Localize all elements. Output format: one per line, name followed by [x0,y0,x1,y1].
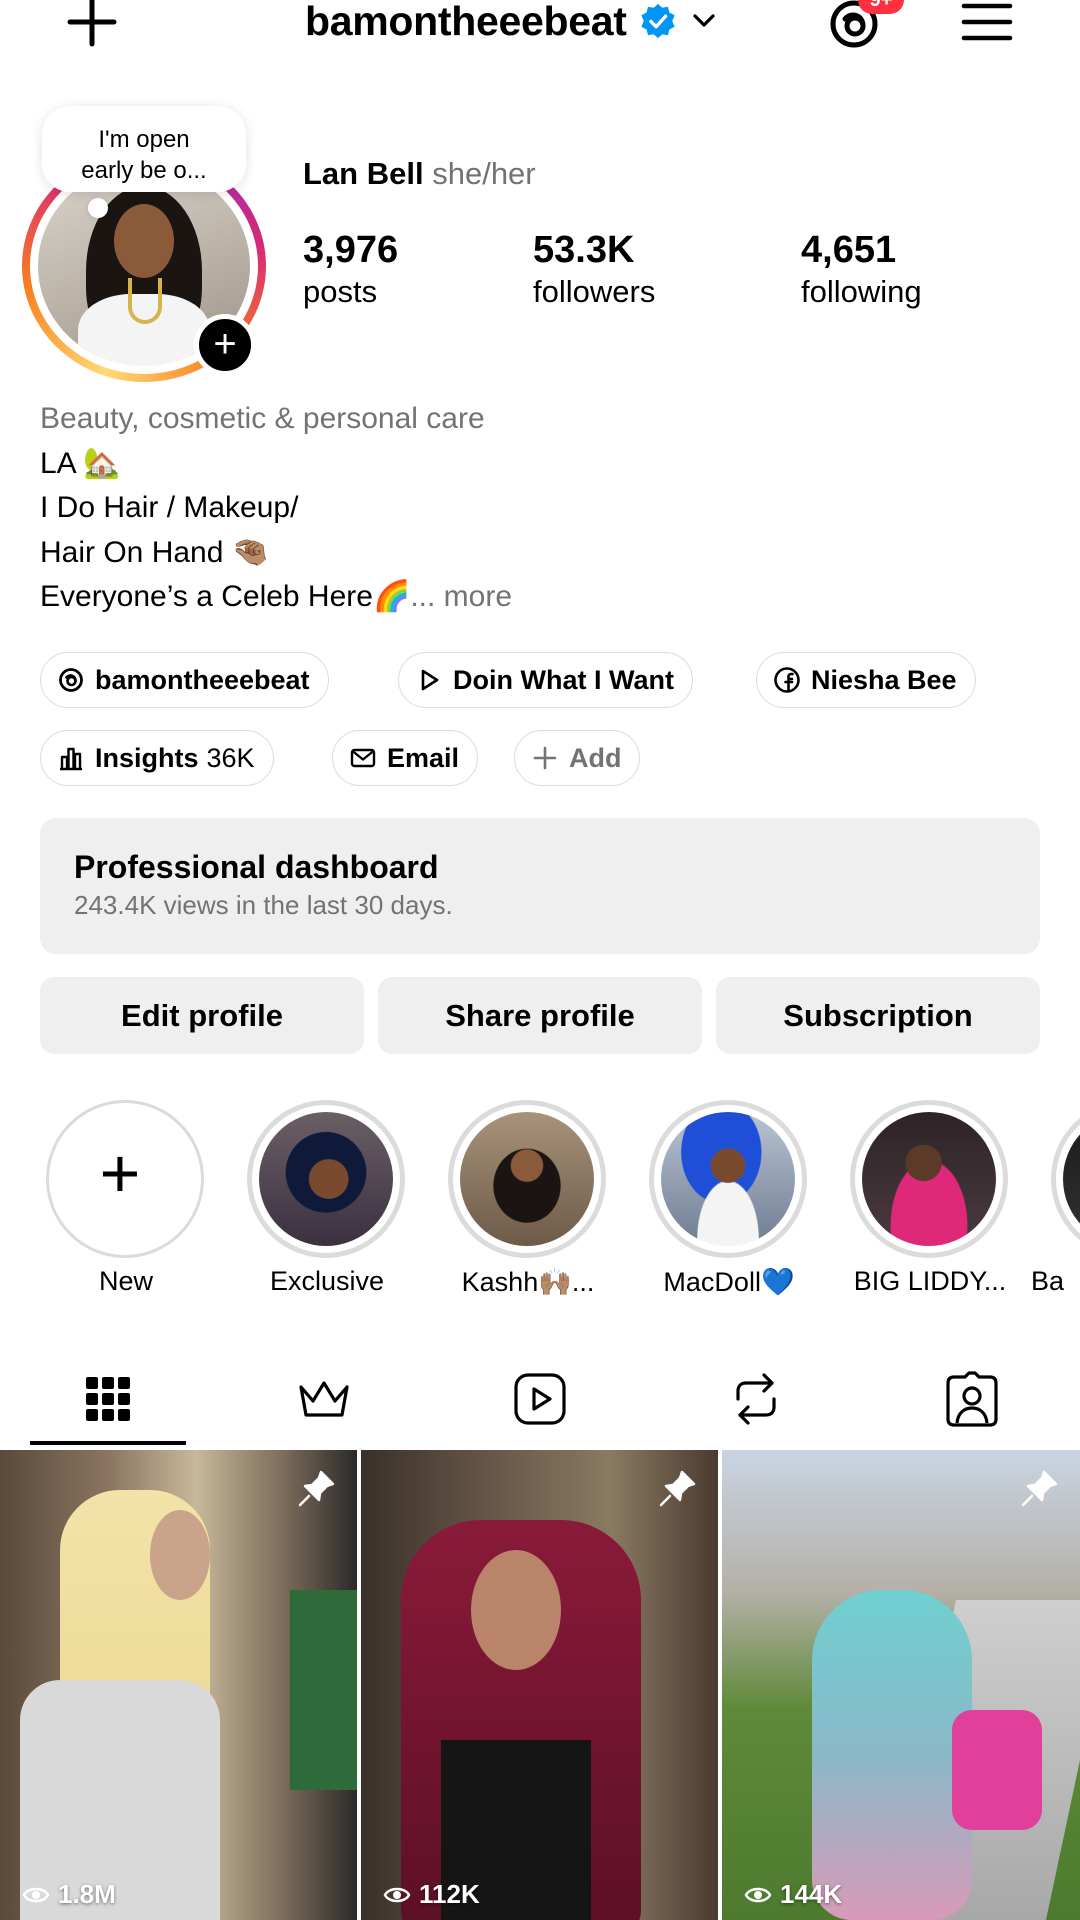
edit-profile-button[interactable]: Edit profile [40,977,364,1054]
username: bamontheeebeat [305,0,627,44]
share-profile-button[interactable]: Share profile [378,977,702,1054]
add-story-button[interactable]: + [194,314,256,376]
view-count: 144K [744,1879,842,1910]
music-chip[interactable]: Doin What I Want [398,652,693,708]
plus-icon[interactable] [62,0,122,54]
bio-ellipsis: ... [410,580,436,613]
plus-icon: + [213,322,237,366]
post-thumbnail[interactable]: 112K [361,1450,718,1920]
note-tail [88,198,108,218]
tab-reposts[interactable] [648,1363,864,1435]
pin-icon [1021,1470,1058,1507]
subscription-button[interactable]: Subscription [716,977,1040,1054]
tab-reels[interactable] [432,1363,648,1435]
note-bubble[interactable]: I'm open early be o... [42,106,246,192]
chevron-down-icon [693,14,715,27]
threads-link-chip[interactable]: bamontheeebeat [40,652,329,708]
threads-icon [59,668,83,692]
note-line-1: I'm open [98,126,190,153]
tab-grid[interactable] [0,1363,216,1435]
notification-badge: 9+ [858,0,904,14]
view-count: 1.8M [22,1879,116,1910]
full-name: Lan Bell [303,156,424,191]
tagged-icon [946,1371,998,1427]
crown-icon [299,1381,349,1417]
view-count: 112K [383,1879,480,1910]
email-chip[interactable]: Email [332,730,479,786]
reels-icon [514,1373,566,1425]
active-tab-indicator [30,1441,186,1445]
top-bar: bamontheeebeat 9+ [0,0,1080,60]
insights-chip[interactable]: Insights 36K [40,730,274,786]
post-thumbnail[interactable]: 1.8M [0,1450,357,1920]
note-line-2: early be o... [81,157,207,184]
posts-count[interactable]: 3,976 posts [303,228,398,312]
plus-icon [533,746,557,770]
bar-chart-icon [60,747,82,771]
bio-line: I Do Hair / Makeup/ [40,491,299,524]
facebook-icon [774,667,800,693]
pronouns: she/her [432,156,536,191]
username-switcher[interactable]: bamontheeebeat [305,0,719,48]
add-link-chip[interactable]: Add [514,730,641,786]
dashboard-title: Professional dashboard [74,849,439,885]
verified-badge-icon [640,3,675,39]
tab-tagged[interactable] [864,1363,1080,1435]
more-link[interactable]: more [444,580,512,613]
bio-line: Hair On Hand 🤏🏽 [40,535,270,569]
following-count[interactable]: 4,651 following [801,228,922,312]
reposts-icon [736,1373,776,1425]
followers-count[interactable]: 53.3K followers [533,228,655,312]
pin-icon [298,1470,335,1507]
grid-icon [86,1377,130,1421]
mail-icon [350,748,376,768]
category-label: Beauty, cosmetic & personal care [40,402,485,435]
eye-icon [744,1887,772,1902]
eye-icon [383,1887,411,1902]
menu-icon[interactable] [960,0,1014,44]
play-icon [421,669,439,691]
bio-line: LA 🏡 [40,446,121,480]
plus-icon: + [99,1134,141,1212]
dashboard-subtitle: 243.4K views in the last 30 days. [74,890,453,920]
facebook-link-chip[interactable]: Niesha Bee [756,652,976,708]
post-thumbnail[interactable]: 144K [722,1450,1080,1920]
bio: Beauty, cosmetic & personal care LA 🏡 I … [40,397,512,620]
display-name: Lan Bell she/her [303,156,536,192]
bio-line: Everyone’s a Celeb Here🌈 [40,580,411,613]
tab-subscriptions[interactable] [216,1363,432,1435]
pin-icon [659,1470,696,1507]
eye-icon [22,1887,50,1902]
professional-dashboard[interactable]: Professional dashboard 243.4K views in t… [40,818,1040,954]
